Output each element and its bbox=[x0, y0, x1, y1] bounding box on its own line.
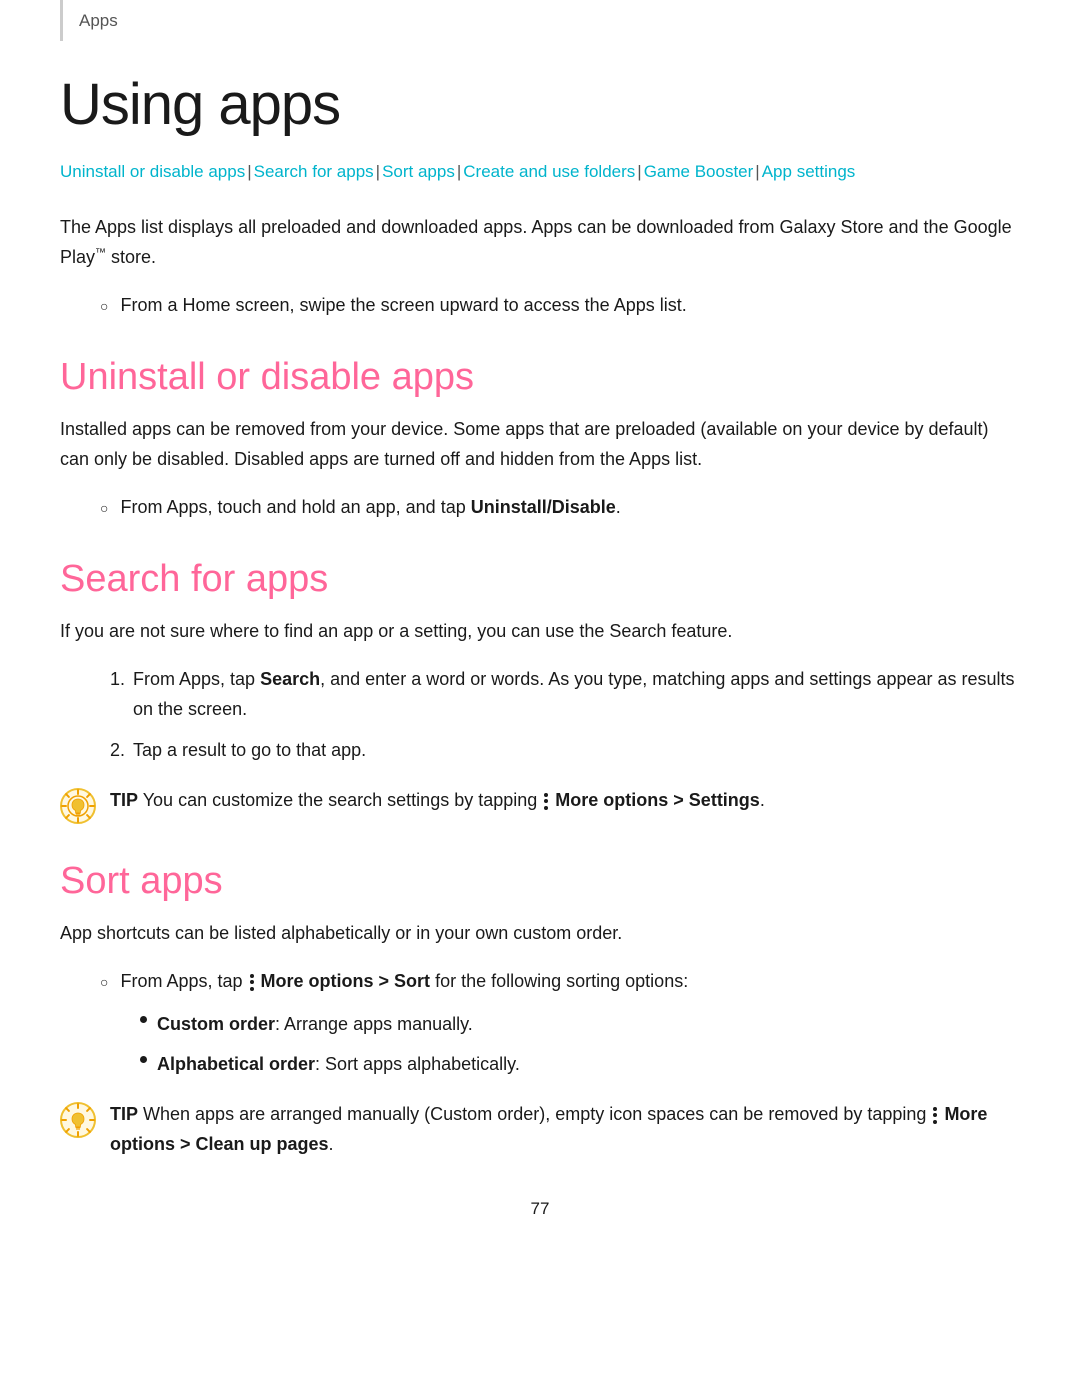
sort-custom-order: Custom order: Arrange apps manually. bbox=[140, 1010, 1020, 1040]
intro-bullet: ○ From a Home screen, swipe the screen u… bbox=[100, 291, 1020, 321]
sort-alphabetical-order: Alphabetical order: Sort apps alphabetic… bbox=[140, 1050, 1020, 1080]
nav-link-search[interactable]: Search for apps bbox=[254, 162, 374, 181]
search-tip-text: TIP You can customize the search setting… bbox=[110, 786, 765, 816]
page-title: Using apps bbox=[60, 71, 1020, 138]
sort-body: App shortcuts can be listed alphabetical… bbox=[60, 919, 1020, 949]
sort-bullet-text: From Apps, tap More options > Sort for t… bbox=[120, 967, 688, 997]
nav-link-folders[interactable]: Create and use folders bbox=[463, 162, 635, 181]
uninstall-body: Installed apps can be removed from your … bbox=[60, 415, 1020, 474]
breadcrumb: Apps bbox=[60, 0, 1020, 41]
section-title-uninstall: Uninstall or disable apps bbox=[60, 356, 1020, 399]
intro-paragraph: The Apps list displays all preloaded and… bbox=[60, 213, 1020, 272]
nav-link-game-booster[interactable]: Game Booster bbox=[644, 162, 754, 181]
nav-link-uninstall[interactable]: Uninstall or disable apps bbox=[60, 162, 245, 181]
intro-bullet-text: From a Home screen, swipe the screen upw… bbox=[120, 291, 686, 321]
section-title-search: Search for apps bbox=[60, 558, 1020, 601]
uninstall-bullet-text: From Apps, touch and hold an app, and ta… bbox=[120, 493, 620, 523]
sort-alphabetical-text: Alphabetical order: Sort apps alphabetic… bbox=[157, 1050, 520, 1080]
page-number: 77 bbox=[60, 1199, 1020, 1219]
more-options-icon-3 bbox=[933, 1107, 937, 1124]
nav-link-sort[interactable]: Sort apps bbox=[382, 162, 455, 181]
uninstall-bullet: ○ From Apps, touch and hold an app, and … bbox=[100, 493, 1020, 523]
dot-icon bbox=[140, 1056, 147, 1063]
search-step-1: 1. From Apps, tap Search, and enter a wo… bbox=[110, 665, 1020, 724]
sort-bullet: ○ From Apps, tap More options > Sort for… bbox=[100, 967, 1020, 997]
more-options-icon bbox=[544, 793, 548, 810]
search-body: If you are not sure where to find an app… bbox=[60, 617, 1020, 647]
search-tip: TIP You can customize the search setting… bbox=[60, 786, 1020, 824]
tip-lightbulb-icon bbox=[60, 788, 96, 824]
bullet-circle-icon: ○ bbox=[100, 497, 108, 520]
tip-lightbulb-icon-2 bbox=[60, 1102, 96, 1138]
section-title-sort: Sort apps bbox=[60, 860, 1020, 903]
bullet-circle-icon: ○ bbox=[100, 971, 108, 994]
sort-tip: TIP When apps are arranged manually (Cus… bbox=[60, 1100, 1020, 1159]
more-options-icon-2 bbox=[250, 974, 254, 991]
dot-icon bbox=[140, 1016, 147, 1023]
search-step-2: 2. Tap a result to go to that app. bbox=[110, 736, 1020, 766]
bullet-circle-icon: ○ bbox=[100, 295, 108, 318]
search-numbered-list: 1. From Apps, tap Search, and enter a wo… bbox=[110, 665, 1020, 766]
nav-link-app-settings[interactable]: App settings bbox=[762, 162, 856, 181]
sort-tip-text: TIP When apps are arranged manually (Cus… bbox=[110, 1100, 1020, 1159]
nav-links: Uninstall or disable apps|Search for app… bbox=[60, 158, 1020, 185]
sort-custom-text: Custom order: Arrange apps manually. bbox=[157, 1010, 473, 1040]
